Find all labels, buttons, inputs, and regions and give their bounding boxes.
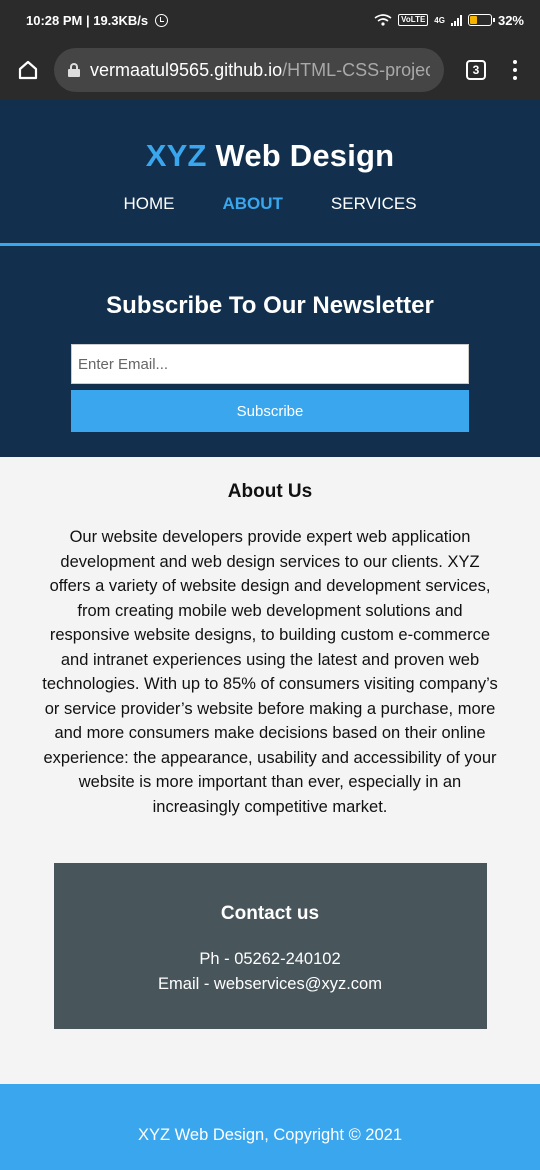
address-bar[interactable]: vermaatul9565.github.io/HTML-CSS-projec bbox=[54, 48, 444, 92]
alarm-icon bbox=[155, 13, 169, 27]
logo-text: Web Design bbox=[215, 138, 395, 173]
browser-toolbar: vermaatul9565.github.io/HTML-CSS-projec … bbox=[0, 40, 540, 100]
overflow-menu-icon[interactable] bbox=[504, 60, 526, 80]
newsletter-title: Subscribe To Our Newsletter bbox=[106, 292, 434, 319]
tab-switcher-button[interactable]: 3 bbox=[466, 60, 486, 80]
contact-email: Email - webservices@xyz.com bbox=[158, 975, 382, 993]
battery-percent: 32% bbox=[497, 12, 524, 28]
about-title: About Us bbox=[227, 481, 313, 502]
status-right: VoLTE 4G 32% bbox=[374, 13, 524, 28]
email-input[interactable] bbox=[71, 344, 469, 384]
site-header: XYZ Web Design HOME ABOUT SERVICES bbox=[0, 100, 540, 246]
nav-services[interactable]: SERVICES bbox=[331, 194, 417, 214]
site-logo[interactable]: XYZ Web Design bbox=[0, 138, 540, 174]
newsletter-section: Subscribe To Our Newsletter Subscribe bbox=[0, 246, 540, 457]
network-type: 4G bbox=[434, 15, 445, 25]
subscribe-button[interactable]: Subscribe bbox=[71, 390, 469, 432]
contact-box: Contact us Ph - 05262-240102 Email - web… bbox=[53, 863, 487, 1029]
status-bar: 10:28 PM | 19.3KB/s VoLTE 4G 32% bbox=[0, 0, 540, 40]
contact-title: Contact us bbox=[220, 903, 320, 924]
volte-icon: VoLTE bbox=[398, 14, 429, 26]
wifi-icon bbox=[374, 14, 392, 26]
url-host: vermaatul9565.github.io bbox=[90, 59, 283, 80]
about-body: Our website developers provide expert we… bbox=[42, 528, 498, 816]
main-nav: HOME ABOUT SERVICES bbox=[0, 194, 540, 214]
about-section: About Us Our website developers provide … bbox=[0, 457, 540, 819]
status-time-speed: 10:28 PM | 19.3KB/s bbox=[26, 12, 149, 28]
newsletter-form: Subscribe bbox=[71, 344, 469, 432]
lock-icon bbox=[68, 63, 80, 77]
nav-about[interactable]: ABOUT bbox=[222, 194, 282, 214]
signal-icon bbox=[450, 14, 462, 26]
battery-fill bbox=[469, 16, 477, 24]
url-path: /HTML-CSS-projec bbox=[282, 59, 430, 80]
site-footer: XYZ Web Design, Copyright © 2021 bbox=[0, 1084, 540, 1170]
logo-accent: XYZ bbox=[145, 138, 207, 173]
battery-icon bbox=[467, 14, 495, 26]
footer-copyright: XYZ Web Design, Copyright © 2021 bbox=[137, 1126, 403, 1144]
url-text[interactable]: vermaatul9565.github.io/HTML-CSS-projec bbox=[90, 60, 430, 81]
status-left: 10:28 PM | 19.3KB/s bbox=[26, 12, 169, 28]
home-icon[interactable] bbox=[14, 56, 42, 84]
nav-home[interactable]: HOME bbox=[123, 194, 174, 214]
contact-phone: Ph - 05262-240102 bbox=[199, 950, 341, 968]
